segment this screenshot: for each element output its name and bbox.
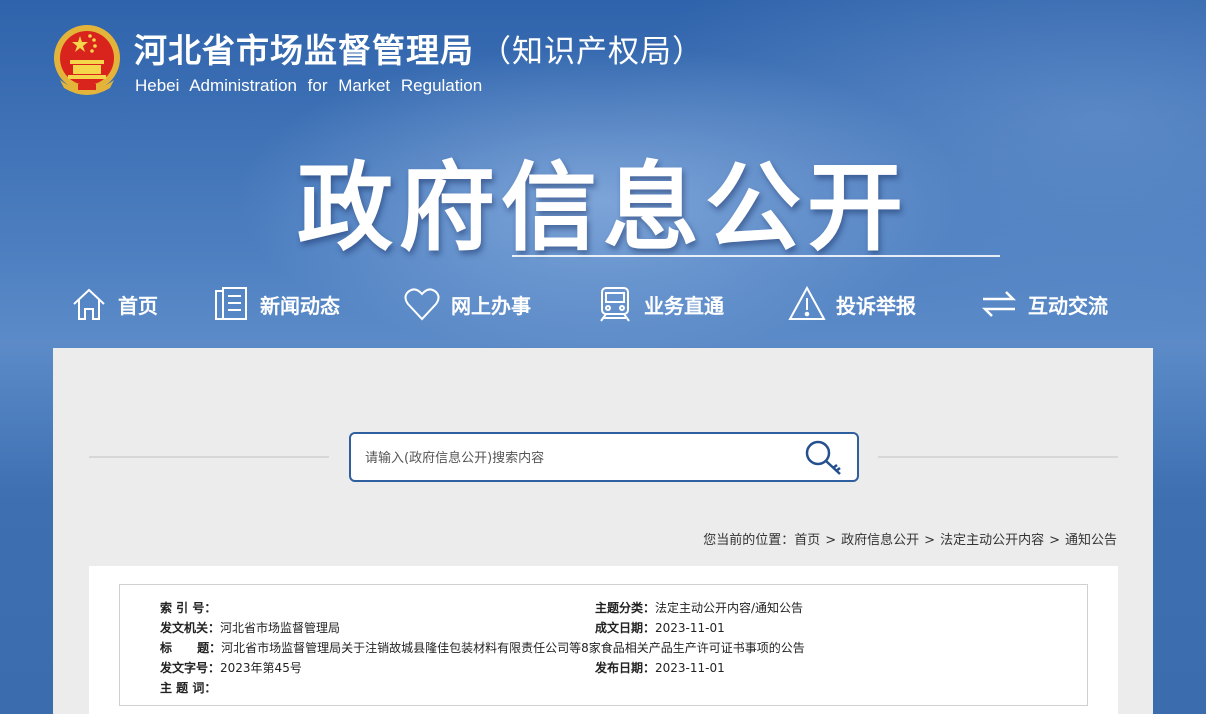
content-panel: 您当前的位置：首页 > 政府信息公开 > 法定主动公开内容 > 通知公告 索 引 号： 主题… [53,348,1153,714]
nav-label: 新闻动态 [260,293,340,318]
search-input[interactable] [365,446,785,470]
meta-index: 索 引 号： [160,599,216,616]
org-name-suffix: （知识产权局） [480,34,704,70]
nav-item-complaint[interactable]: 投诉举报 [788,282,916,326]
divider-left [89,456,329,458]
breadcrumb-home[interactable]: 首页 [794,533,820,548]
meta-label: 索 引 号： [160,601,217,615]
document-meta-table: 索 引 号： 主题分类：法定主动公开内容/通知公告 发文机关：河北省市场监督管理… [119,584,1088,706]
meta-issuer: 发文机关：河北省市场监督管理局 [160,619,340,636]
meta-keywords: 主 题 词： [160,679,216,696]
main-nav: 首页 新闻动态 网上办事 业务直通 投诉举报 互动交流 [70,282,1150,326]
meta-label: 主 题 词： [160,681,217,695]
meta-label: 成文日期： [595,621,656,635]
breadcrumb-separator: > [924,533,936,548]
search-box [349,432,859,482]
exchange-icon [981,291,1017,317]
meta-value: 2023-11-01 [655,621,725,635]
meta-label: 发文机关： [160,621,221,635]
org-name-en: Hebei Administration for Market Regulati… [135,76,483,95]
breadcrumb-notices[interactable]: 通知公告 [1065,533,1117,548]
meta-doc-number: 发文字号：2023年第45号 [160,659,302,676]
home-icon [73,288,105,320]
divider-right [878,456,1118,458]
meta-value: 2023-11-01 [655,661,725,675]
banner-divider [512,255,1000,257]
meta-value: 河北省市场监督管理局关于注销故城县隆佳包装材料有限责任公司等8家食品相关产品生产… [221,641,805,655]
breadcrumb-separator: > [825,533,837,548]
meta-value: 2023年第45号 [220,661,302,675]
breadcrumb-separator: > [1049,533,1060,548]
banner-title: 政府信息公开 [297,152,909,264]
org-name-cn: 河北省市场监督管理局 [134,31,474,70]
document-info-card: 索 引 号： 主题分类：法定主动公开内容/通知公告 发文机关：河北省市场监督管理… [89,566,1118,714]
meta-label: 标 题： [160,641,222,655]
org-name: 河北省市场监督管理局 （知识产权局） [134,24,704,72]
nav-label: 首页 [118,293,158,318]
nav-item-online-service[interactable]: 网上办事 [403,282,531,326]
train-icon [600,287,630,322]
meta-title: 标 题：河北省市场监督管理局关于注销故城县隆佳包装材料有限责任公司等8家食品相关… [160,639,805,656]
breadcrumb-prefix: 您当前的位置： [703,533,795,548]
warning-icon [788,285,826,320]
meta-label: 主题分类： [595,601,656,615]
nav-label: 投诉举报 [836,293,916,318]
breadcrumb-gov-info[interactable]: 政府信息公开 [841,533,919,548]
national-emblem-logo[interactable] [52,22,122,96]
nav-item-interaction[interactable]: 互动交流 [980,282,1108,326]
meta-category: 主题分类：法定主动公开内容/通知公告 [595,599,803,616]
heart-icon [404,288,440,321]
meta-published-date: 发布日期：2023-11-01 [595,659,725,676]
breadcrumb: 您当前的位置：首页 > 政府信息公开 > 法定主动公开内容 > 通知公告 [703,529,1117,548]
nav-label: 业务直通 [644,293,724,318]
meta-label: 发布日期： [595,661,656,675]
nav-item-news[interactable]: 新闻动态 [212,282,340,326]
meta-created-date: 成文日期：2023-11-01 [595,619,725,636]
nav-item-business[interactable]: 业务直通 [596,282,724,326]
meta-value: 法定主动公开内容/通知公告 [655,601,804,615]
breadcrumb-statutory[interactable]: 法定主动公开内容 [940,533,1044,548]
meta-value: 河北省市场监督管理局 [220,621,341,635]
meta-label: 发文字号： [160,661,221,675]
nav-item-home[interactable]: 首页 [70,282,158,326]
search-icon[interactable] [803,438,845,478]
nav-label: 互动交流 [1028,293,1108,318]
nav-label: 网上办事 [451,293,531,318]
news-icon [215,287,247,320]
